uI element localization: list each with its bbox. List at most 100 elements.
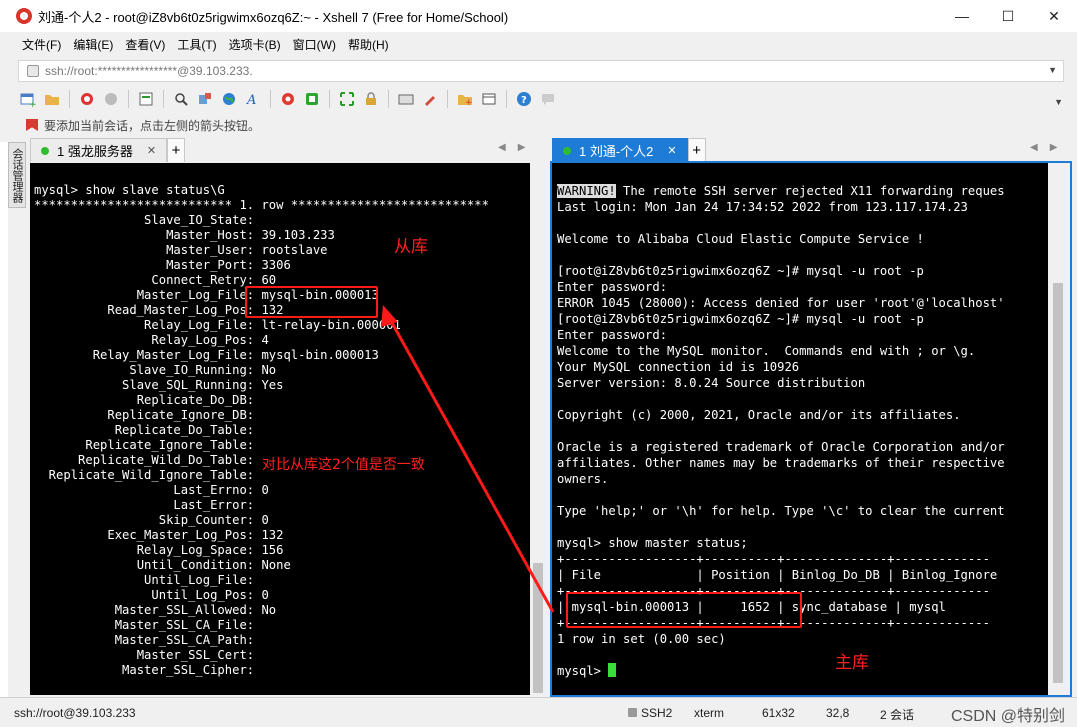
terminal-line: Master_Host: 39.103.233 (34, 228, 335, 242)
status-size: 61x32 (762, 706, 795, 720)
menu-edit[interactable]: 编辑(E) (67, 36, 119, 53)
tab-close-icon[interactable]: ✕ (147, 144, 156, 157)
reconnect-icon[interactable] (101, 89, 121, 109)
warning-line: WARNING! The remote SSH server rejected … (557, 183, 1048, 199)
address-dropdown-icon[interactable]: ▼ (1048, 65, 1057, 75)
scrollbar-thumb[interactable] (533, 563, 543, 693)
minimize-button[interactable]: — (939, 0, 985, 32)
lock-icon (628, 708, 637, 717)
right-scrollbar[interactable] (1050, 163, 1066, 695)
find-icon[interactable] (171, 89, 191, 109)
menu-view[interactable]: 查看(V) (119, 36, 171, 53)
highlight-icon[interactable] (420, 89, 440, 109)
toolbar-separator (388, 90, 389, 108)
terminal-line: Skip_Counter: 0 (34, 513, 269, 527)
properties-icon[interactable] (136, 89, 156, 109)
terminal-line: Master_Port: 3306 (34, 258, 291, 272)
lock-icon[interactable] (361, 89, 381, 109)
terminal-line: Relay_Log_Pos: 4 (34, 333, 269, 347)
warning-text: The remote SSH server rejected X11 forwa… (615, 184, 1005, 198)
toolbar-overflow-icon[interactable]: ▼ (1054, 97, 1063, 107)
open-folder-icon[interactable] (42, 89, 62, 109)
terminal-line: ERROR 1045 (28000): Access denied for us… (557, 296, 1005, 310)
terminal-line: Server version: 8.0.24 Source distributi… (557, 376, 866, 390)
address-input[interactable]: ssh://root:*****************@39.103.233. (45, 64, 253, 78)
highlight-box-slave (245, 286, 378, 318)
terminal-line: Exec_Master_Log_Pos: 132 (34, 528, 284, 542)
help-icon[interactable]: ? (514, 89, 534, 109)
disconnect-icon[interactable] (77, 89, 97, 109)
terminal-line: mysql> show master status; (557, 536, 748, 550)
terminal-line: mysql> show slave status\G (34, 183, 225, 197)
hint-bar: 要添加当前会话，点击左侧的箭头按钮。 (26, 116, 260, 134)
menu-help[interactable]: 帮助(H) (342, 36, 395, 53)
status-bar: ssh://root@39.103.233 SSH2 xterm 61x32 3… (0, 697, 1077, 727)
hint-text: 要添加当前会话，点击左侧的箭头按钮。 (44, 118, 261, 133)
terminal-line: Master_SSL_CA_Path: (34, 633, 262, 647)
terminal-line: Relay_Log_Space: 156 (34, 543, 284, 557)
xmanager-icon[interactable] (302, 89, 322, 109)
layout-icon[interactable] (479, 89, 499, 109)
left-gutter (0, 142, 8, 702)
terminal-line: Your MySQL connection id is 10926 (557, 360, 800, 374)
new-session-icon[interactable]: + (18, 89, 38, 109)
session-manager-tab[interactable]: 会话管理器 (8, 142, 26, 208)
tab-prev-icon[interactable]: ◀ (498, 142, 506, 153)
terminal-line: Welcome to Alibaba Cloud Elastic Compute… (557, 232, 924, 246)
tab-prev-icon[interactable]: ◀ (1030, 142, 1038, 153)
svg-text:A: A (246, 93, 256, 107)
annotation-master: 主库 (835, 653, 869, 673)
close-button[interactable]: ✕ (1031, 0, 1077, 32)
menu-bar: 文件(F) 编辑(E) 查看(V) 工具(T) 选项卡(B) 窗口(W) 帮助(… (16, 32, 395, 56)
lock-icon (27, 65, 39, 77)
tab-right-session[interactable]: 1 刘通-个人2 ✕ (552, 138, 688, 162)
transfer-icon[interactable] (195, 89, 215, 109)
address-bar[interactable]: ssh://root:*****************@39.103.233.… (18, 60, 1064, 82)
menu-tabs[interactable]: 选项卡(B) (223, 36, 287, 53)
maximize-button[interactable]: ☐ (985, 0, 1031, 32)
annotation-compare: 对比从库这2个值是否一致 (262, 457, 425, 473)
terminal-line: +------------------+----------+---------… (557, 552, 990, 566)
fullscreen-icon[interactable] (337, 89, 357, 109)
tab-left-session[interactable]: 1 强龙服务器 ✕ (30, 138, 168, 162)
tab-next-icon[interactable]: ▶ (1050, 142, 1058, 153)
prompt: mysql> (557, 664, 609, 678)
keyboard-icon[interactable] (396, 89, 416, 109)
terminal-line: Master_SSL_Cipher: (34, 663, 262, 677)
terminal-output: mysql> show slave status\G **************… (34, 183, 530, 678)
tab-next-icon[interactable]: ▶ (518, 142, 526, 153)
menu-tools[interactable]: 工具(T) (171, 36, 222, 53)
toolbar-separator (69, 90, 70, 108)
new-tab-icon[interactable]: + (455, 89, 475, 109)
connected-status-icon (41, 146, 49, 155)
tab-close-icon[interactable]: ✕ (667, 144, 676, 157)
terminal-left[interactable]: mysql> show slave status\G **************… (30, 163, 530, 695)
terminal-line: Enter password: (557, 280, 675, 294)
prompt-line: mysql> (557, 663, 1048, 679)
terminal-line: Last_Error: (34, 498, 262, 512)
chat-icon[interactable] (538, 89, 558, 109)
new-tab-button[interactable]: + (167, 138, 186, 162)
terminal-line: Slave_IO_State: (34, 213, 262, 227)
terminal-line: Type 'help;' or '\h' for help. Type '\c'… (557, 504, 1005, 518)
scrollbar-thumb[interactable] (1053, 283, 1063, 683)
toolbar-separator (329, 90, 330, 108)
left-scrollbar[interactable] (530, 163, 546, 695)
terminal-line: 1 row in set (0.00 sec) (557, 632, 726, 646)
svg-text:+: + (465, 98, 473, 107)
terminal-line: Copyright (c) 2000, 2021, Oracle and/or … (557, 408, 961, 422)
globe-icon[interactable] (219, 89, 239, 109)
font-icon[interactable]: A (243, 89, 263, 109)
new-tab-button[interactable]: + (687, 138, 706, 162)
terminal-line: affiliates. Other names may be trademark… (557, 456, 1005, 470)
bookmark-icon[interactable] (26, 119, 38, 131)
xshell-logo-icon (16, 8, 32, 24)
xftp-icon[interactable] (278, 89, 298, 109)
terminal-line: Last_Errno: 0 (34, 483, 269, 497)
menu-file[interactable]: 文件(F) (16, 36, 67, 53)
menu-window[interactable]: 窗口(W) (287, 36, 342, 53)
warning-tag: WARNING! (557, 184, 616, 198)
terminal-line: Until_Log_Pos: 0 (34, 588, 269, 602)
svg-text:+: + (29, 100, 36, 107)
status-protocol: SSH2 (628, 706, 672, 720)
